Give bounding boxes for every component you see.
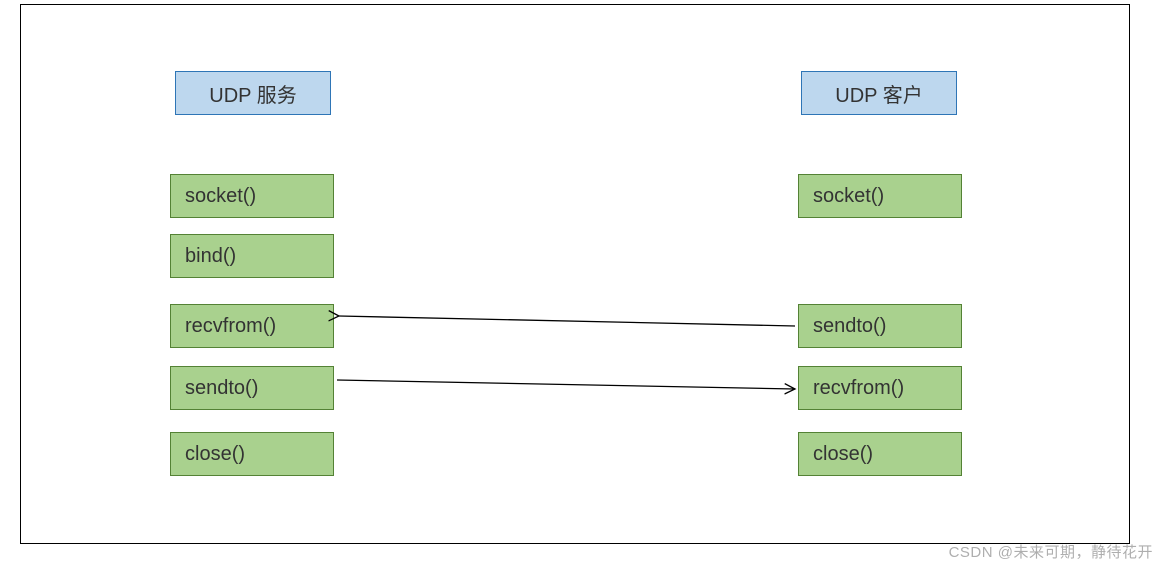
server-recvfrom-box: recvfrom() <box>170 304 334 348</box>
client-recvfrom-box: recvfrom() <box>798 366 962 410</box>
client-close-box: close() <box>798 432 962 476</box>
server-socket-box: socket() <box>170 174 334 218</box>
diagram-canvas: UDP 服务 UDP 客户 socket() bind() recvfrom()… <box>0 0 1159 570</box>
server-sendto-box: sendto() <box>170 366 334 410</box>
client-sendto-box: sendto() <box>798 304 962 348</box>
watermark-text: CSDN @未来可期，静待花开 <box>949 541 1153 562</box>
server-close-box: close() <box>170 432 334 476</box>
client-header: UDP 客户 <box>801 71 957 115</box>
server-bind-box: bind() <box>170 234 334 278</box>
server-header: UDP 服务 <box>175 71 331 115</box>
client-socket-box: socket() <box>798 174 962 218</box>
